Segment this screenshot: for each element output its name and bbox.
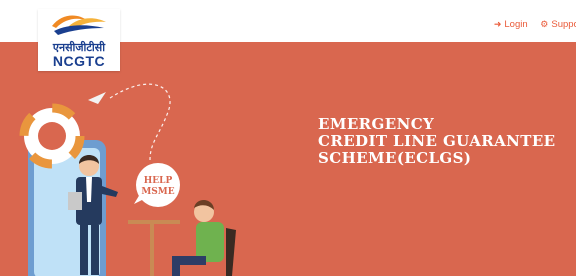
badge-help-text: HELP	[144, 176, 173, 186]
hero-title-line-1: EMERGENCY	[318, 115, 435, 133]
gear-icon: ⚙	[540, 19, 549, 29]
hero-title-line-2: CREDIT LINE GUARANTEE	[318, 132, 556, 150]
login-link[interactable]: ➜ Login	[494, 19, 528, 30]
ncgtc-logo[interactable]: एनसीजीटीसी NCGTC	[38, 9, 120, 71]
login-label: Login	[504, 19, 528, 30]
hero-banner: HELP MSME EMERGENCY CREDIT LINE GUARANTE…	[0, 42, 576, 276]
ncgtc-swoosh-logo-icon	[52, 15, 106, 35]
support-link[interactable]: ⚙Suppor	[540, 19, 576, 30]
top-nav: ➜Login ⚙Suppor	[484, 19, 576, 30]
sign-in-icon: ➜	[493, 19, 502, 29]
logo-text: NCGTC	[52, 53, 106, 69]
support-label: Suppor	[551, 19, 576, 30]
badge-msme-text: MSME	[141, 187, 174, 197]
hero-title-line-3: SCHEME(ECLGS)	[318, 149, 472, 167]
hero-title: EMERGENCY CREDIT LINE GUARANTEE SCHEME(E…	[318, 116, 556, 167]
